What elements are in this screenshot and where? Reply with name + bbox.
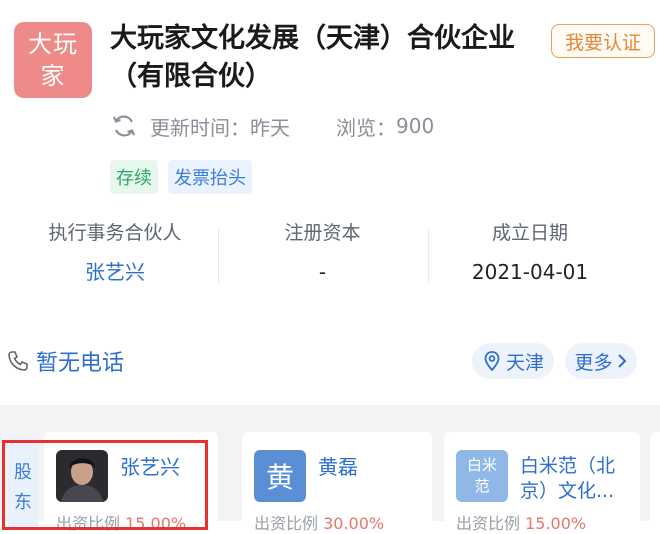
- ratio-value: 15.00%: [525, 514, 587, 533]
- avatar-text-line2: 范: [474, 477, 490, 495]
- location-chip[interactable]: 天津: [472, 343, 554, 379]
- divider: [428, 228, 429, 284]
- phone-text: 暂无电话: [36, 351, 125, 376]
- ratio-value: 30.00%: [323, 514, 385, 533]
- phone-icon: [8, 351, 28, 371]
- location-pin-icon: [484, 351, 500, 372]
- chevron-right-icon: [617, 354, 626, 368]
- highlight-box: [2, 440, 208, 530]
- claim-button[interactable]: 我要认证: [551, 24, 655, 58]
- status-tags: 存续 发票抬头: [110, 160, 252, 194]
- date-column: 成立日期 2021-04-01: [440, 218, 620, 292]
- date-value: 2021-04-01: [471, 260, 589, 284]
- contact-row: 暂无电话 天津 更多: [0, 343, 660, 379]
- capital-label: 注册资本: [284, 222, 361, 244]
- capital-column: 注册资本 -: [235, 218, 410, 292]
- logo-text-line1: 大玩: [28, 30, 78, 58]
- company-name: 大玩家文化发展（天津）合伙企业（有限合伙）: [110, 23, 515, 92]
- company-logo: 大玩 家: [14, 22, 92, 98]
- meta-row: 更新时间： 昨天 浏览： 900: [110, 110, 434, 142]
- views-label: 浏览：: [336, 115, 396, 140]
- more-text: 更多: [574, 351, 613, 374]
- shareholder-card[interactable]: 白米 范 白米范（北京）文化... 出资比例 15.00%: [444, 432, 640, 534]
- shareholder-name: 黄磊: [318, 455, 358, 479]
- invoice-title-tag[interactable]: 发票抬头: [168, 160, 252, 194]
- shareholder-card-partial[interactable]: [650, 432, 660, 532]
- location-text: 天津: [505, 351, 544, 374]
- shareholder-ratio: 出资比例 30.00%: [254, 510, 384, 534]
- ratio-label: 出资比例: [254, 514, 319, 533]
- shareholder-name: 白米范（北京）文化...: [520, 455, 616, 502]
- views-value: 900: [396, 114, 435, 138]
- divider: [218, 228, 219, 284]
- refresh-icon: [112, 115, 136, 137]
- capital-value: -: [318, 260, 327, 284]
- avatar-text-line1: 白米: [466, 456, 497, 474]
- shareholder-card[interactable]: 黄 黄磊 出资比例 30.00%: [242, 432, 432, 534]
- partner-link[interactable]: 张艺兴: [30, 252, 200, 292]
- more-button[interactable]: 更多: [565, 343, 637, 379]
- status-badge: 存续: [110, 160, 158, 194]
- ratio-label: 出资比例: [456, 514, 521, 533]
- update-value: 昨天: [250, 115, 290, 140]
- avatar: 黄: [254, 450, 306, 502]
- update-label: 更新时间：: [150, 115, 250, 140]
- avatar: 白米 范: [456, 450, 508, 502]
- info-row: 执行事务合伙人 张艺兴 注册资本 - 成立日期 2021-04-01: [0, 218, 660, 288]
- phone-link[interactable]: 暂无电话: [6, 343, 124, 379]
- partner-column: 执行事务合伙人 张艺兴: [30, 218, 200, 292]
- shareholder-ratio: 出资比例 15.00%: [456, 510, 586, 534]
- logo-text-line2: 家: [40, 62, 66, 90]
- date-label: 成立日期: [491, 222, 568, 244]
- partner-label: 执行事务合伙人: [48, 222, 182, 244]
